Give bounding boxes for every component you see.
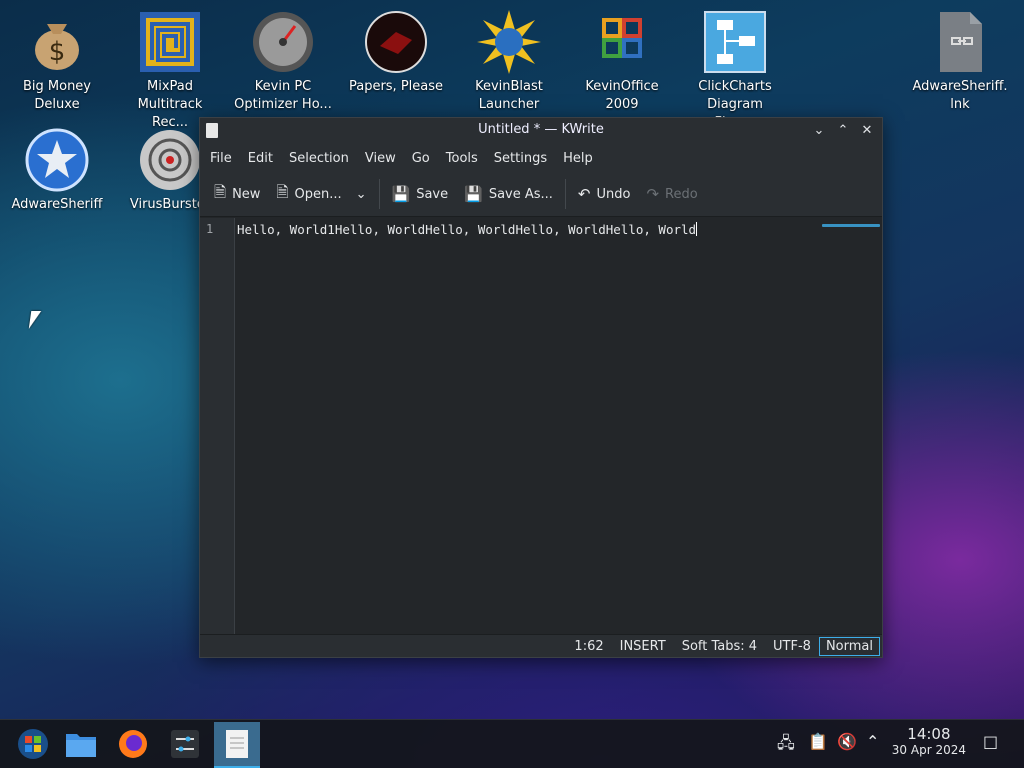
window-title: Untitled * — KWrite bbox=[478, 122, 604, 137]
undo-button-label: Undo bbox=[596, 186, 631, 202]
shortcut-file-icon bbox=[928, 10, 992, 74]
clipboard-icon[interactable]: 📋 bbox=[808, 732, 828, 751]
desktop-icon-papers-please[interactable]: Papers, Please bbox=[346, 4, 446, 96]
indentation-setting[interactable]: Soft Tabs: 4 bbox=[674, 639, 765, 654]
save-as-button[interactable]: 💾 Save As... bbox=[456, 181, 561, 207]
minimize-icon[interactable]: ⌄ bbox=[810, 121, 828, 139]
redo-icon: ↷ bbox=[646, 185, 660, 203]
virus-target-icon bbox=[138, 128, 202, 192]
menu-help[interactable]: Help bbox=[555, 151, 601, 166]
gauge-icon bbox=[251, 10, 315, 74]
close-icon[interactable]: ✕ bbox=[858, 121, 876, 139]
redo-button[interactable]: ↷ Redo bbox=[638, 181, 705, 207]
toolbar-separator bbox=[378, 179, 380, 209]
menu-view[interactable]: View bbox=[357, 151, 404, 166]
kwrite-document-icon bbox=[226, 730, 248, 758]
save-button-label: Save bbox=[416, 186, 449, 202]
taskbar-firefox[interactable] bbox=[110, 722, 156, 766]
status-bar: 1:62 INSERT Soft Tabs: 4 UTF-8 Normal bbox=[200, 634, 882, 657]
menu-edit[interactable]: Edit bbox=[240, 151, 281, 166]
taskbar: 🖧 📋 🔇 ⌃ 14:08 30 Apr 2024 □ bbox=[0, 719, 1024, 768]
network-icon[interactable]: 🖧 bbox=[777, 732, 795, 759]
svg-text:$: $ bbox=[49, 37, 66, 67]
new-button[interactable]: 🗎 New bbox=[206, 178, 268, 211]
taskbar-file-manager[interactable] bbox=[58, 722, 104, 766]
editor-text: Hello, World1Hello, WorldHello, WorldHel… bbox=[237, 222, 697, 237]
desktop-icon-label: Big Money Deluxe bbox=[22, 79, 91, 112]
starburst-globe-icon bbox=[477, 10, 541, 74]
chevron-up-icon[interactable]: ⌃ bbox=[866, 732, 879, 751]
menu-bar: File Edit Selection View Go Tools Settin… bbox=[200, 144, 882, 172]
start-orb-icon bbox=[18, 729, 48, 759]
desktop-icon-mixpad[interactable]: MixPad Multitrack Rec... bbox=[120, 4, 220, 132]
sheriff-badge-icon bbox=[25, 128, 89, 192]
start-menu-button[interactable] bbox=[10, 722, 56, 766]
desktop-icon-big-money-deluxe[interactable]: $ Big Money Deluxe bbox=[7, 4, 107, 114]
menu-file[interactable]: File bbox=[202, 151, 240, 166]
desktop-icon-kevinoffice[interactable]: KevinOffice 2009 bbox=[572, 4, 672, 114]
main-toolbar: 🗎 New 🗎 Open... ⌄ 💾 Save 💾 Save As... ↶ … bbox=[200, 172, 882, 217]
encoding-setting[interactable]: UTF-8 bbox=[765, 639, 819, 654]
desktop-icon-kevin-pc-optimizer[interactable]: Kevin PC Optimizer Ho... bbox=[233, 4, 333, 114]
new-document-icon: 🗎 bbox=[214, 182, 227, 201]
new-button-label: New bbox=[232, 186, 261, 202]
menu-settings[interactable]: Settings bbox=[486, 151, 555, 166]
money-bag-icon: $ bbox=[25, 10, 89, 74]
editor-text-line[interactable]: Hello, World1Hello, WorldHello, WorldHel… bbox=[237, 222, 698, 237]
undo-button[interactable]: ↶ Undo bbox=[570, 181, 639, 207]
firefox-icon bbox=[119, 730, 147, 758]
taskbar-system-settings[interactable] bbox=[162, 722, 208, 766]
text-editor[interactable]: 1 Hello, World1Hello, WorldHello, WorldH… bbox=[200, 218, 882, 635]
text-caret bbox=[696, 222, 698, 236]
papers-please-icon bbox=[364, 10, 428, 74]
clock-date: 30 Apr 2024 bbox=[891, 743, 966, 757]
line-number-gutter: 1 bbox=[200, 218, 235, 635]
line-number: 1 bbox=[206, 222, 214, 236]
mixpad-icon bbox=[138, 10, 202, 74]
desktop-icon-clickcharts[interactable]: ClickCharts Diagram Flow... bbox=[685, 4, 785, 132]
undo-icon: ↶ bbox=[577, 185, 591, 203]
toolbar-separator bbox=[564, 179, 566, 209]
flowchart-icon bbox=[703, 10, 767, 74]
cursor-position[interactable]: 1:62 bbox=[566, 639, 611, 654]
input-mode[interactable]: INSERT bbox=[612, 639, 674, 654]
desktop-icon-label: Papers, Please bbox=[348, 79, 444, 94]
open-button[interactable]: 🗎 Open... ⌄ bbox=[268, 178, 374, 211]
kwrite-window: Untitled * — KWrite ⌄ ⌃ ✕ File Edit Sele… bbox=[199, 117, 883, 658]
desktop-icon-label: Kevin PC Optimizer Ho... bbox=[234, 79, 332, 112]
save-icon: 💾 bbox=[391, 185, 411, 203]
desktop-icon-label: KevinOffice 2009 bbox=[585, 79, 659, 112]
chevron-down-icon[interactable]: ⌄ bbox=[356, 187, 367, 202]
redo-button-label: Redo bbox=[665, 186, 698, 202]
open-button-label: Open... bbox=[294, 186, 342, 202]
desktop-icon-adwaresheriff[interactable]: AdwareSheriff bbox=[7, 122, 107, 214]
menu-selection[interactable]: Selection bbox=[281, 151, 357, 166]
save-as-button-label: Save As... bbox=[488, 186, 553, 202]
system-clock[interactable]: 14:08 30 Apr 2024 bbox=[892, 726, 966, 758]
title-bar[interactable]: Untitled * — KWrite ⌄ ⌃ ✕ bbox=[200, 118, 882, 144]
desktop-icon-adwaresheriff-lnk[interactable]: AdwareSheriff. lnk bbox=[910, 4, 1010, 114]
syntax-mode[interactable]: Normal bbox=[818, 636, 880, 656]
volume-muted-icon[interactable]: 🔇 bbox=[837, 732, 857, 751]
clock-time: 14:08 bbox=[907, 725, 951, 743]
office-icon bbox=[590, 10, 654, 74]
save-as-icon: 💾 bbox=[464, 185, 483, 203]
folder-icon bbox=[66, 734, 96, 757]
maximize-icon[interactable]: ⌃ bbox=[834, 121, 852, 139]
settings-sliders-icon bbox=[171, 730, 199, 758]
minimap-indicator[interactable] bbox=[822, 224, 880, 227]
desktop-icon-label: AdwareSheriff. lnk bbox=[912, 79, 1008, 112]
desktop-icon-label: KevinBlast Launcher bbox=[475, 79, 543, 112]
menu-tools[interactable]: Tools bbox=[438, 151, 486, 166]
show-desktop-icon[interactable]: □ bbox=[983, 732, 998, 751]
desktop-icon-kevinblast-launcher[interactable]: KevinBlast Launcher bbox=[459, 4, 559, 114]
menu-go[interactable]: Go bbox=[404, 151, 438, 166]
open-document-icon: 🗎 bbox=[276, 182, 289, 201]
taskbar-kwrite[interactable] bbox=[214, 722, 260, 768]
save-button[interactable]: 💾 Save bbox=[384, 181, 457, 207]
mouse-pointer-icon bbox=[28, 311, 42, 329]
desktop-icon-label: AdwareSheriff bbox=[11, 197, 103, 212]
